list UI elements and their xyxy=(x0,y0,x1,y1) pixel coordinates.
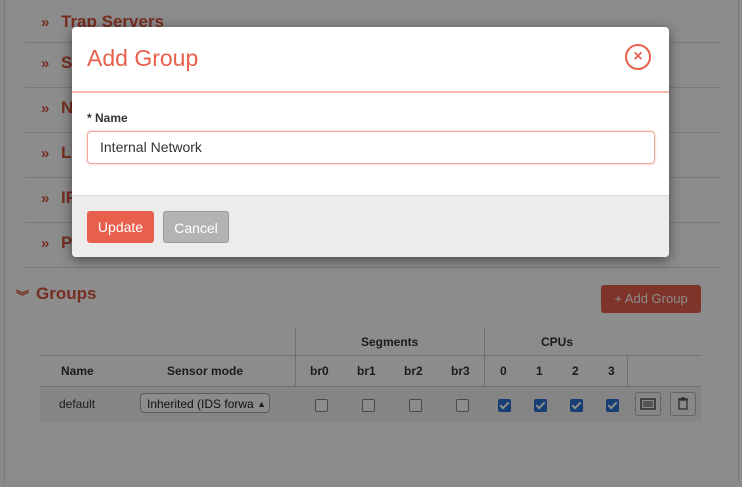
dialog-footer: Update Cancel xyxy=(72,195,669,257)
name-field-label: * Name xyxy=(87,111,128,125)
update-button[interactable]: Update xyxy=(87,211,154,243)
close-icon[interactable]: × xyxy=(625,44,651,70)
add-group-dialog: Add Group × * Name Internal Network Upda… xyxy=(72,27,669,257)
dialog-title: Add Group xyxy=(87,45,199,71)
name-input[interactable]: Internal Network xyxy=(87,131,655,164)
cancel-button[interactable]: Cancel xyxy=(163,211,229,243)
dialog-header: Add Group × xyxy=(72,27,669,93)
